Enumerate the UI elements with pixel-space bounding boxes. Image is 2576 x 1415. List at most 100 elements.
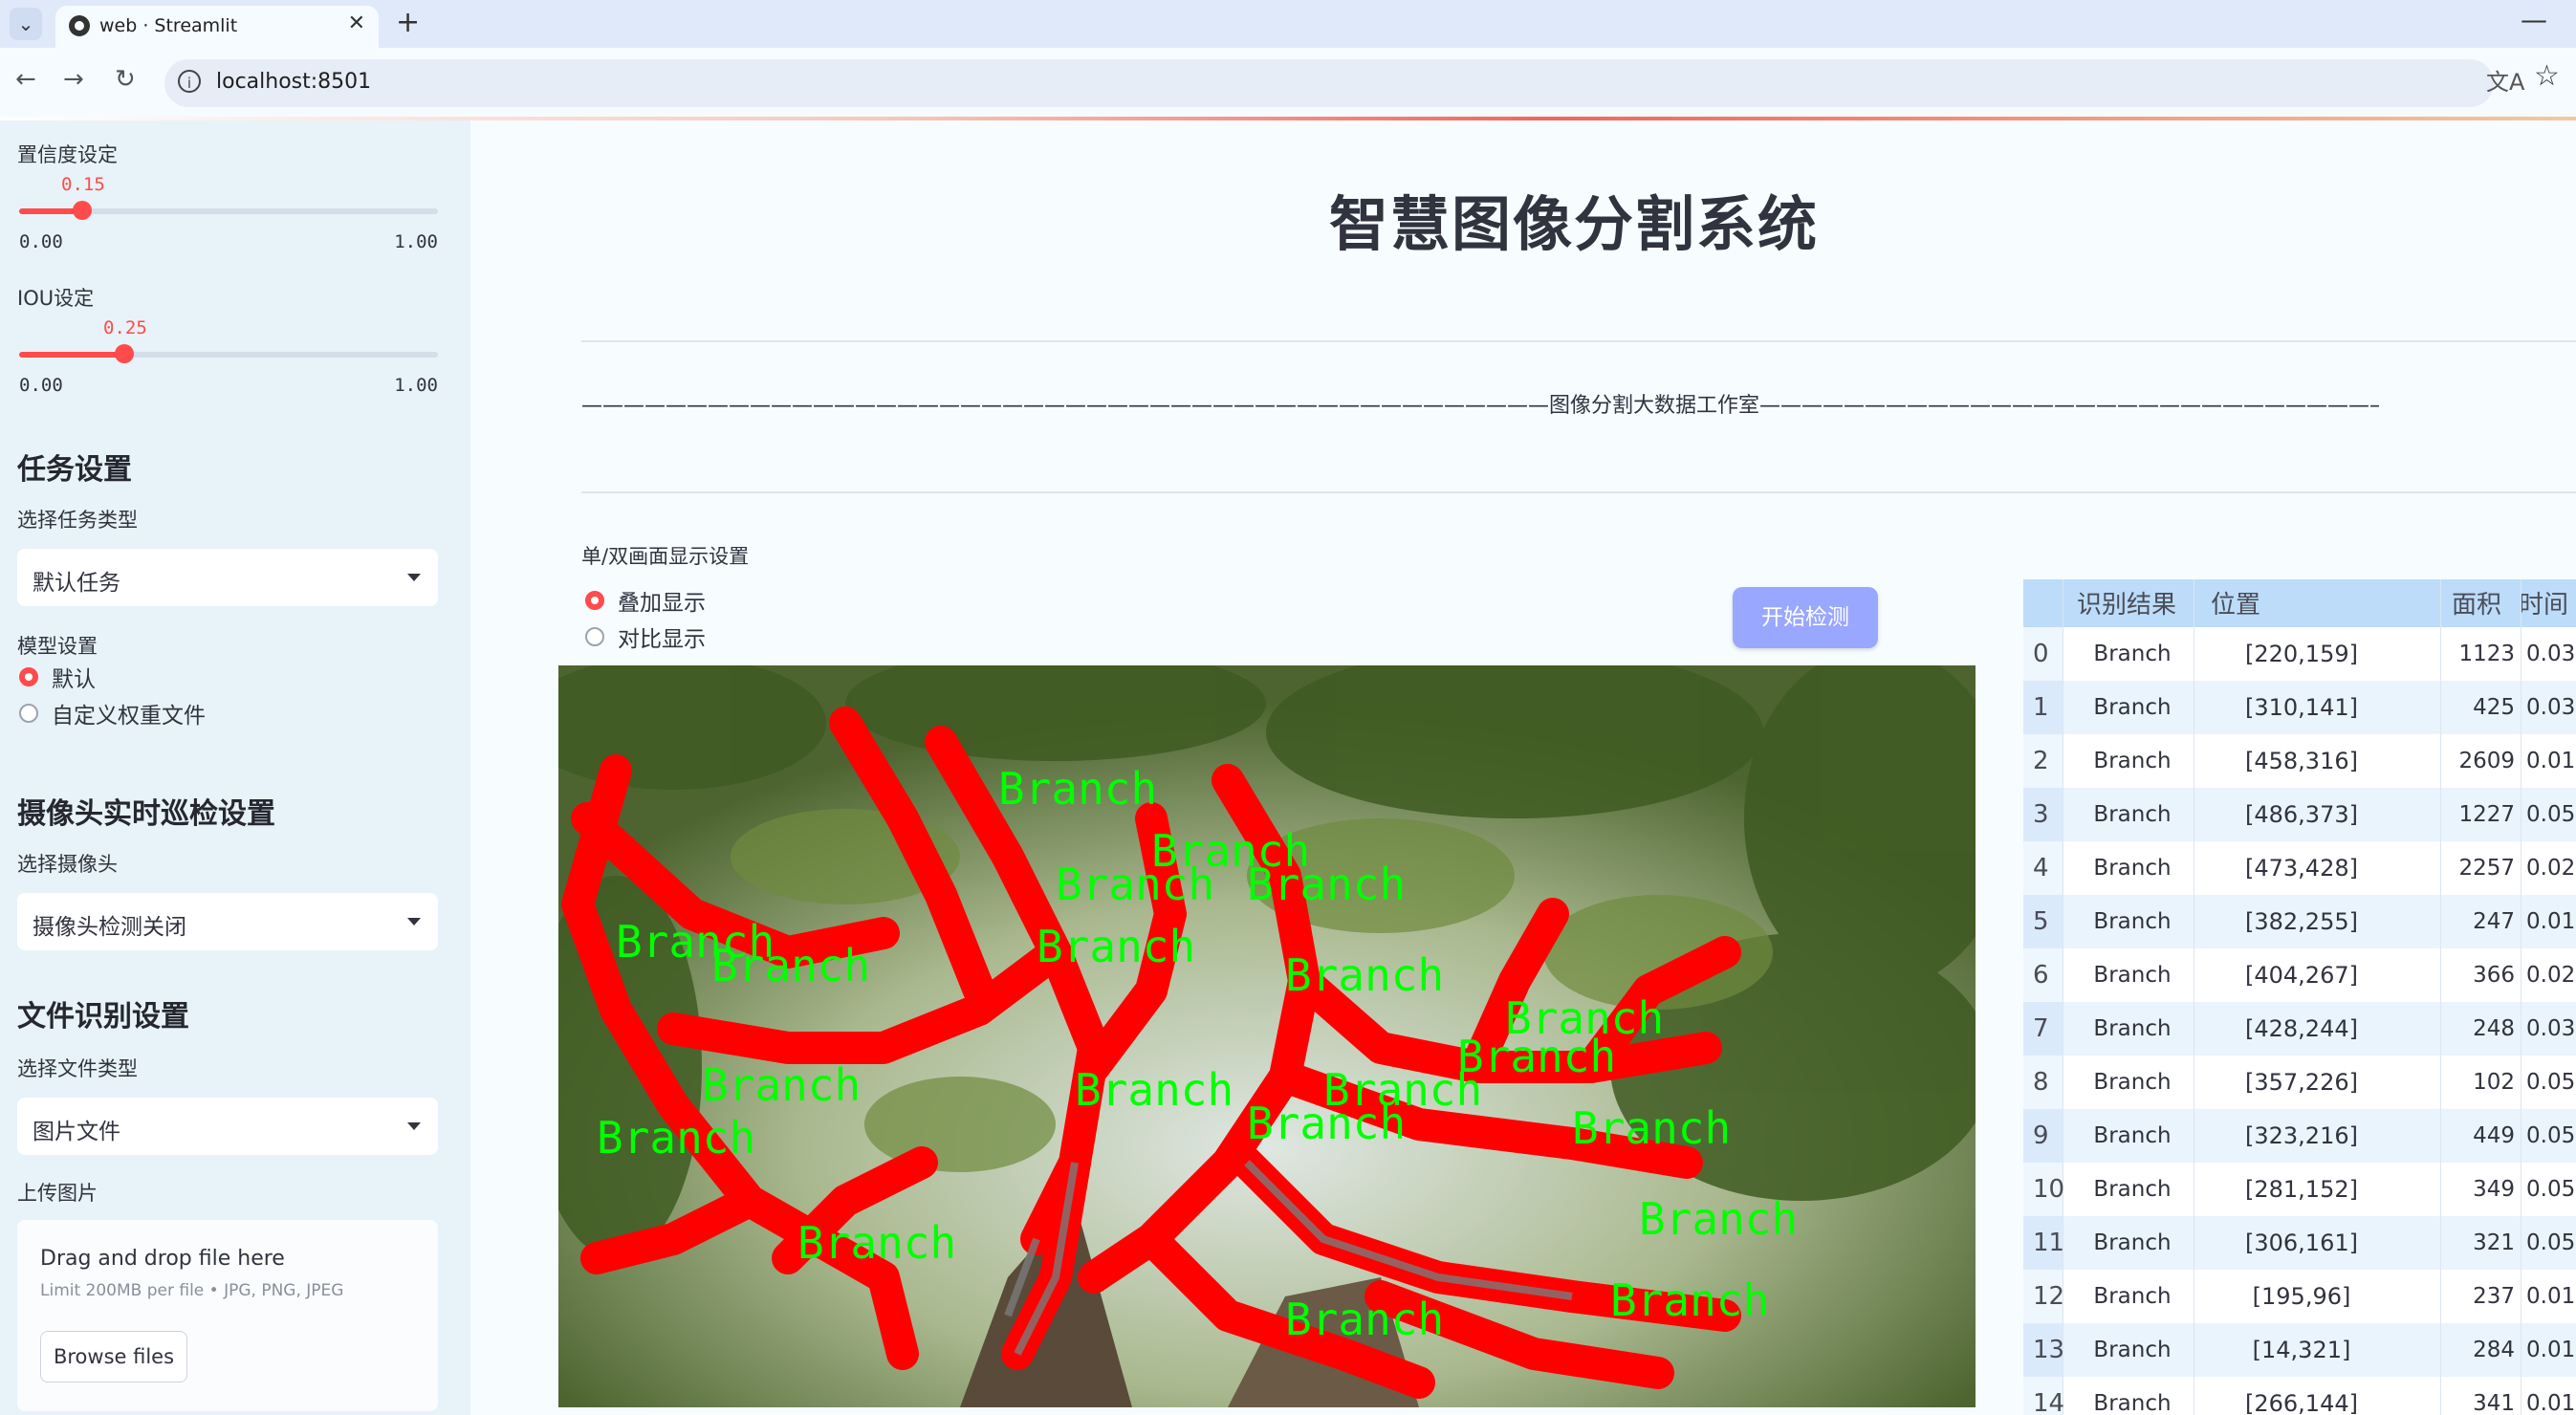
cell-position: [323,216] <box>2245 1122 2358 1149</box>
table-row[interactable]: 3 Branch [486,373] 1227 0.05 <box>2023 788 2576 841</box>
table-row[interactable]: 8 Branch [357,226] 102 0.05 <box>2023 1056 2576 1109</box>
column-header-position[interactable]: 位置 <box>2211 579 2412 627</box>
confidence-slider-thumb[interactable] <box>73 201 92 220</box>
iou-slider-thumb[interactable] <box>115 344 134 363</box>
studio-banner: ————————————————————————————————————————… <box>581 394 2379 418</box>
url-text[interactable]: localhost:8501 <box>216 70 371 94</box>
iou-slider[interactable] <box>19 344 438 363</box>
table-row[interactable]: 11 Branch [306,161] 321 0.05 <box>2023 1216 2576 1270</box>
close-tab-icon[interactable]: ✕ <box>348 11 365 35</box>
task-type-value: 默认任务 <box>33 571 120 596</box>
table-row[interactable]: 10 Branch [281,152] 349 0.05 <box>2023 1163 2576 1216</box>
detection-label: Branch <box>797 1217 956 1269</box>
segmentation-overlay: Branch Branch Branch Branch Branch Branc… <box>558 665 1976 1407</box>
cell-result: Branch <box>2093 749 2172 773</box>
cell-position: [473,428] <box>2245 855 2358 882</box>
url-field[interactable]: i localhost:8501 <box>164 59 2494 107</box>
file-type-select[interactable]: 图片文件 <box>17 1098 438 1155</box>
row-index: 11 <box>2023 1216 2064 1270</box>
reload-icon[interactable]: ↻ <box>115 65 136 94</box>
cell-area: 349 <box>2473 1177 2515 1202</box>
file-dropzone[interactable]: Drag and drop file here Limit 200MB per … <box>17 1220 438 1411</box>
radio-unselected-icon[interactable] <box>585 627 604 646</box>
radio-unselected-icon[interactable] <box>19 704 38 723</box>
model-option-custom[interactable]: 自定义权重文件 <box>19 698 206 729</box>
table-row[interactable]: 0 Branch [220,159] 1123 0.03 <box>2023 627 2576 681</box>
column-header-time[interactable]: 时间 <box>2519 579 2576 627</box>
file-type-label: 选择文件类型 <box>17 1057 138 1080</box>
table-row[interactable]: 1 Branch [310,141] 425 0.03 <box>2023 681 2576 734</box>
dropzone-limit: Limit 200MB per file • JPG, PNG, JPEG <box>40 1281 344 1300</box>
back-arrow-icon[interactable]: ← <box>15 65 36 94</box>
browser-tab[interactable]: web · Streamlit ✕ <box>55 6 379 48</box>
tab-title: web · Streamlit <box>99 15 238 36</box>
cell-time: 0.05 <box>2526 1230 2576 1255</box>
cell-area: 102 <box>2473 1070 2515 1095</box>
detection-label: Branch <box>1572 1102 1731 1154</box>
cell-time: 0.03 <box>2526 695 2576 720</box>
detection-label: Branch <box>1056 859 1214 910</box>
row-index: 10 <box>2023 1163 2064 1216</box>
cell-result: Branch <box>2093 1123 2172 1148</box>
table-row[interactable]: 9 Branch [323,216] 449 0.05 <box>2023 1109 2576 1163</box>
cell-area: 1123 <box>2458 642 2515 666</box>
display-option-compare[interactable]: 对比显示 <box>585 621 706 652</box>
column-header-result[interactable]: 识别结果 <box>2077 579 2199 627</box>
tab-search-chevron-icon[interactable]: ⌄ <box>10 8 42 40</box>
browse-files-button[interactable]: Browse files <box>40 1331 187 1382</box>
detection-label: Branch <box>1639 1193 1798 1245</box>
cell-result: Branch <box>2093 1338 2172 1362</box>
detection-label: Branch <box>1247 1098 1406 1149</box>
cell-position: [14,321] <box>2252 1337 2351 1363</box>
table-row[interactable]: 14 Branch [266,144] 341 0.01 <box>2023 1377 2576 1415</box>
cell-position: [458,316] <box>2245 748 2358 774</box>
detection-label: Branch <box>1610 1274 1769 1326</box>
cell-time: 0.01 <box>2526 749 2576 773</box>
row-index: 5 <box>2023 895 2063 948</box>
forward-arrow-icon[interactable]: → <box>63 65 84 94</box>
cell-result: Branch <box>2093 642 2172 666</box>
display-option-overlay[interactable]: 叠加显示 <box>585 585 706 616</box>
table-row[interactable]: 5 Branch [382,255] 247 0.01 <box>2023 895 2576 948</box>
task-type-select[interactable]: 默认任务 <box>17 549 438 606</box>
confidence-slider[interactable] <box>19 201 438 220</box>
cell-position: [357,226] <box>2245 1069 2358 1096</box>
row-index: 6 <box>2023 948 2063 1002</box>
cell-time: 0.02 <box>2526 963 2576 988</box>
iou-label: IOU设定 <box>17 287 95 310</box>
minimize-window-icon[interactable]: — <box>2521 4 2547 35</box>
start-detection-button[interactable]: 开始检测 <box>1733 587 1878 648</box>
cell-position: [310,141] <box>2245 694 2358 721</box>
cell-position: [195,96] <box>2252 1283 2351 1310</box>
detection-label: Branch <box>702 1059 861 1111</box>
table-row[interactable]: 4 Branch [473,428] 2257 0.02 <box>2023 841 2576 895</box>
table-row[interactable]: 13 Branch [14,321] 284 0.01 <box>2023 1323 2576 1377</box>
cell-result: Branch <box>2093 963 2172 988</box>
results-table[interactable]: 识别结果 位置 面积 时间 0 Branch [220,159] 1123 0.03 1 B… <box>2023 579 2576 1415</box>
confidence-value: 0.15 <box>61 174 105 195</box>
browser-tab-bar: ⌄ web · Streamlit ✕ + — <box>0 0 2576 48</box>
site-info-icon[interactable]: i <box>178 70 201 93</box>
index-header <box>2023 579 2063 627</box>
bookmark-star-icon[interactable]: ☆ <box>2534 59 2560 93</box>
detection-label: Branch <box>711 940 870 991</box>
radio-selected-icon[interactable] <box>585 591 604 610</box>
cell-result: Branch <box>2093 909 2172 934</box>
translate-icon[interactable]: 文A <box>2486 63 2524 97</box>
model-option-default[interactable]: 默认 <box>19 662 96 692</box>
column-header-area[interactable]: 面积 <box>2452 579 2528 627</box>
table-row[interactable]: 12 Branch [195,96] 237 0.01 <box>2023 1270 2576 1323</box>
cell-time: 0.01 <box>2526 1391 2576 1415</box>
detection-label: Branch <box>1075 1064 1233 1116</box>
camera-select[interactable]: 摄像头检测关闭 <box>17 893 438 950</box>
iou-min: 0.00 <box>19 375 63 396</box>
confidence-max: 1.00 <box>394 231 438 252</box>
chevron-down-icon <box>407 1122 421 1130</box>
radio-selected-icon[interactable] <box>19 667 38 686</box>
cell-area: 284 <box>2473 1338 2515 1362</box>
table-row[interactable]: 2 Branch [458,316] 2609 0.01 <box>2023 734 2576 788</box>
row-index: 7 <box>2023 1002 2063 1056</box>
table-row[interactable]: 6 Branch [404,267] 366 0.02 <box>2023 948 2576 1002</box>
table-row[interactable]: 7 Branch [428,244] 248 0.03 <box>2023 1002 2576 1056</box>
new-tab-button[interactable]: + <box>396 6 420 39</box>
